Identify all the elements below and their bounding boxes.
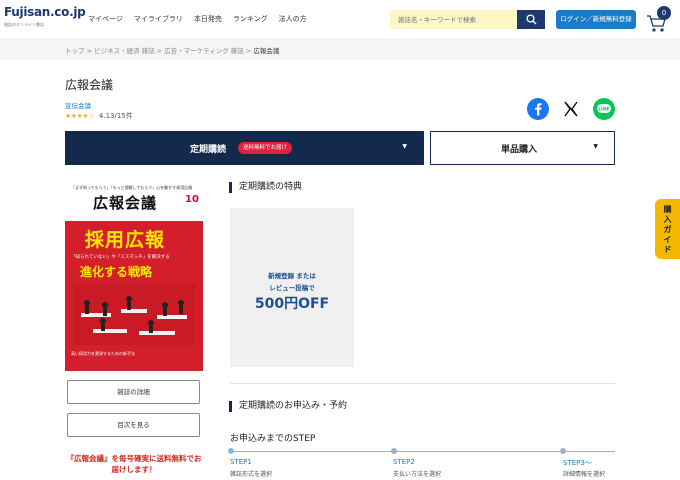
rating[interactable]: ★★★★☆ 4.13/15件 (65, 111, 133, 121)
cart-count-badge: 0 (657, 6, 671, 20)
breadcrumb-business[interactable]: ビジネス・経済 雑誌 (94, 47, 155, 55)
details-button[interactable]: 雑誌の詳細 (67, 380, 200, 404)
search-input[interactable] (390, 10, 518, 29)
login-button[interactable]: ログイン／新規無料登録 (556, 10, 636, 29)
x-icon[interactable] (560, 98, 582, 120)
logo-tagline: 雑誌のオンライン書店 (4, 22, 44, 27)
rating-stars: ★★★★☆ (65, 112, 94, 120)
site-header: Fujisan.co.jp 雑誌のオンライン書店 マイページ マイライブラリ 本… (0, 0, 680, 38)
cover-footer: 高い採用力を実現するための新手法 (71, 351, 135, 356)
benefit-amount: 500円OFF (254, 296, 330, 312)
magazine-cover[interactable]: 「まず知ってもらう」「もっと理解してもらう」心を動かす採用広報 広報会議 10 … (65, 181, 203, 371)
step-3-label: STEP3〜 (563, 459, 592, 467)
breadcrumb-marketing[interactable]: 広告・マーケティング 雑誌 (164, 47, 244, 55)
purchase-guide-label: 購入ガイド (663, 205, 672, 254)
step-2-desc: 支払い方法を選択 (393, 471, 442, 478)
step-dot (228, 448, 234, 454)
free-shipping-note: 『広報会議』を毎号確実に送料無料でお届けします！ (66, 454, 202, 474)
benefits-heading: 定期購読の特典 (229, 182, 302, 193)
subscription-tab[interactable]: 定期購読 送料無料でお届け ▼ (65, 131, 424, 165)
search-button[interactable] (517, 10, 545, 29)
subscription-tab-label: 定期購読 (190, 145, 227, 155)
cover-tagline: 「まず知ってもらう」「もっと理解してもらう」心を動かす採用広報 (71, 185, 193, 190)
svg-text:LINE: LINE (598, 107, 609, 113)
step-dot (560, 448, 566, 454)
divider (230, 383, 615, 384)
nav-corporate[interactable]: 法人の方 (279, 14, 307, 24)
toc-button[interactable]: 目次を見る (67, 413, 200, 437)
nav-mypage[interactable]: マイページ (88, 14, 123, 24)
benefit-card[interactable]: 新規登録 または レビュー投稿で 500円OFF (230, 208, 354, 367)
cover-issue-number: 10 (185, 194, 199, 205)
step-1-desc: 雑誌形式を選択 (230, 471, 273, 478)
page-title: 広報会議 (65, 78, 114, 92)
step-progress-line (230, 451, 615, 452)
caret-down-icon: ▼ (593, 143, 598, 150)
step-title: お申込みまでのSTEP (230, 434, 316, 444)
single-purchase-tab[interactable]: 単品購入 ▼ (430, 131, 615, 165)
caret-down-icon: ▼ (402, 143, 407, 150)
nav-library[interactable]: マイライブラリ (134, 14, 183, 24)
benefit-line-1: 新規登録 または (268, 272, 316, 280)
facebook-icon[interactable] (527, 98, 549, 120)
breadcrumb-top[interactable]: トップ (65, 47, 85, 55)
line-icon[interactable]: LINE (593, 98, 615, 120)
purchase-guide-tab[interactable]: 購入ガイド (655, 199, 680, 259)
rating-text: 4.13/15件 (98, 112, 133, 120)
publisher-link[interactable]: 宣伝会議 (65, 100, 91, 110)
cover-subhead: 「知られていない」や「ミスマッチ」を解決する (71, 255, 170, 260)
site-logo[interactable]: Fujisan.co.jp 雑誌のオンライン書店 (4, 5, 86, 31)
benefit-line-2: レビュー投稿で (269, 284, 315, 292)
cover-illustration (73, 283, 195, 345)
cover-headline: 採用広報 (85, 229, 166, 251)
nav-today[interactable]: 本日発売 (194, 14, 222, 24)
logo-text: Fujisan.co.jp (4, 5, 86, 19)
cover-headline-2: 進化する戦略 (80, 265, 153, 279)
apply-heading: 定期購読のお申込み・予約 (229, 401, 347, 412)
step-3-desc: 詳細情報を選択 (563, 471, 606, 478)
cover-magazine-title: 広報会議 (93, 194, 158, 212)
breadcrumb: トップ > ビジネス・経済 雑誌 > 広告・マーケティング 雑誌 > 広報会議 (0, 38, 680, 60)
single-purchase-tab-label: 単品購入 (501, 145, 538, 155)
breadcrumb-current: 広報会議 (253, 47, 280, 55)
step-dot (391, 448, 397, 454)
step-1-label: STEP1 (230, 458, 252, 466)
cart-button[interactable]: 0 (646, 6, 674, 32)
nav-ranking[interactable]: ランキング (233, 14, 268, 24)
search-bar (390, 10, 545, 29)
free-shipping-badge: 送料無料でお届け (238, 142, 293, 154)
search-icon (526, 14, 537, 25)
step-2-label: STEP2 (393, 458, 415, 466)
main-nav: マイページ マイライブラリ 本日発売 ランキング 法人の方 (88, 14, 318, 24)
